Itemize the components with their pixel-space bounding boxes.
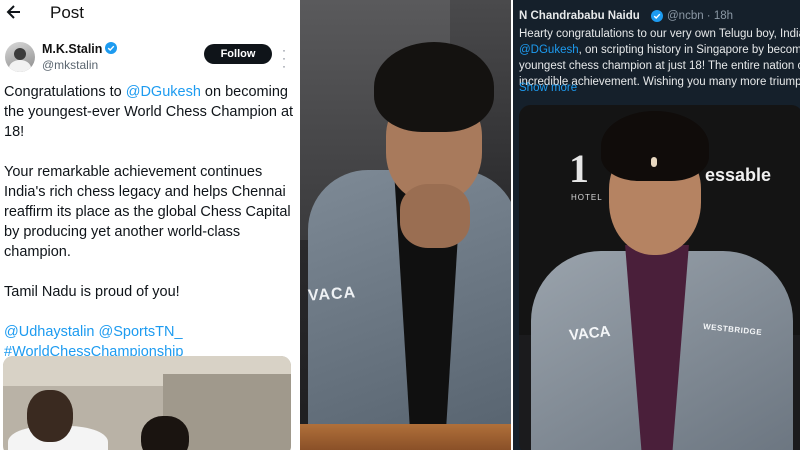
post-photo[interactable]: 1 HOTEL essable VACA WESTBRIDGE [519, 105, 800, 450]
post-text: Hearty congratulations to our very own T… [519, 26, 800, 90]
text-line: youngest chess champion at just 18! The … [519, 60, 800, 72]
more-options-icon[interactable]: · · · [282, 44, 288, 72]
author-handle[interactable]: @mkstalin [42, 58, 98, 72]
author-name[interactable]: M.K.Stalin [42, 42, 102, 56]
post-paragraph: Your remarkable achievement continues In… [4, 164, 291, 260]
mention-link[interactable]: @DGukesh [126, 84, 201, 100]
page-title: Post [50, 3, 85, 22]
tilak-mark [651, 157, 657, 167]
author-row: M.K.Stalin @mkstalin Follow · · · [0, 38, 300, 74]
back-arrow-icon[interactable] [6, 3, 22, 21]
banner-brand-text: essable [705, 165, 772, 185]
photo-person-head [141, 416, 189, 450]
middle-photo: VACA [300, 0, 513, 450]
naidu-post-panel: N Chandrababu Naidu @ncbn · 18h Hearty c… [513, 0, 800, 450]
post-photo[interactable] [3, 356, 291, 450]
mention-link[interactable]: @DGukesh [519, 44, 579, 56]
verified-badge-icon [105, 42, 117, 54]
post-paragraph: Congratulations to @DGukesh on becoming … [4, 82, 296, 142]
author-handle[interactable]: @ncbn · 18h [667, 10, 733, 22]
avatar[interactable] [5, 42, 35, 72]
hair [601, 111, 709, 181]
hand [400, 184, 470, 248]
banner-hotel-text: HOTEL [571, 193, 603, 202]
author-name[interactable]: N Chandrababu Naidu [519, 10, 640, 22]
jacket-logo: VACA [307, 284, 357, 305]
text-line: @DGukesh, on scripting history in Singap… [519, 42, 800, 58]
hair [374, 42, 494, 132]
text-segment: , on scripting history in Singapore by b… [578, 44, 800, 56]
verified-badge-icon [651, 10, 663, 22]
show-more-link[interactable]: Show more [519, 82, 577, 94]
text-segment: Congratulations to [4, 84, 126, 100]
table-edge [300, 424, 513, 450]
banner-number: 1 [569, 146, 589, 191]
post-paragraph: Tamil Nadu is proud of you! [4, 284, 180, 300]
post-header: Post [0, 0, 300, 26]
text-line: Hearty congratulations to our very own T… [519, 28, 800, 40]
follow-button[interactable]: Follow [204, 44, 272, 64]
photo-person-head [27, 390, 73, 442]
post-text: Congratulations to @DGukesh on becoming … [4, 82, 296, 362]
mentions-links[interactable]: @Udhaystalin @SportsTN_ [4, 322, 296, 342]
stalin-post-panel: Post M.K.Stalin @mkstalin Follow · · · Con… [0, 0, 300, 450]
